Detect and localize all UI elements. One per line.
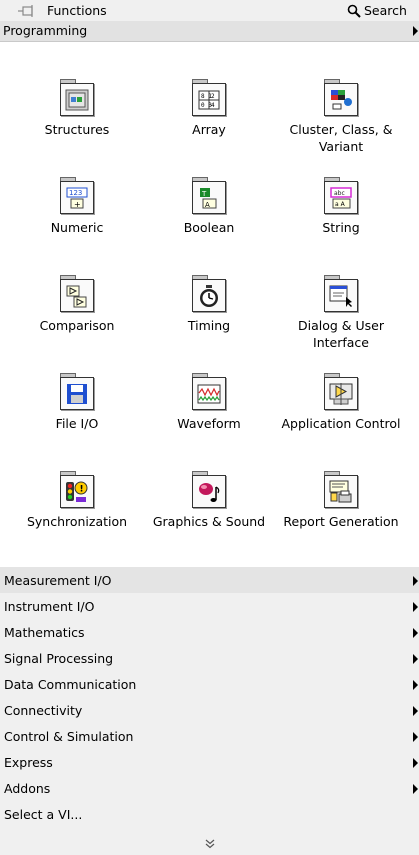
- palette-item-dialog[interactable]: Dialog & User Interface: [274, 275, 408, 351]
- file-io-icon: [67, 383, 87, 404]
- svg-text:4: 4: [211, 102, 215, 109]
- svg-text:T: T: [201, 190, 207, 198]
- numeric-icon: 123 +: [66, 187, 88, 209]
- palette-item-structures[interactable]: Structures: [10, 79, 144, 138]
- category-label: Connectivity: [4, 703, 83, 718]
- expand-more-button[interactable]: [0, 835, 419, 855]
- submenu-arrow-icon: [413, 758, 418, 768]
- category-connectivity[interactable]: Connectivity: [0, 697, 419, 723]
- submenu-arrow-icon: [413, 680, 418, 690]
- palette-item-label: File I/O: [55, 416, 99, 431]
- comparison-icon: [66, 285, 87, 307]
- palette-item-label: Structures: [44, 122, 110, 137]
- search-label: Search: [364, 3, 407, 18]
- palette-item-application-control[interactable]: Application Control: [274, 373, 408, 432]
- application-control-icon: [329, 382, 353, 405]
- submenu-arrow-icon: [413, 602, 418, 612]
- svg-text:a A: a A: [335, 201, 346, 208]
- submenu-arrow-icon: [413, 654, 418, 664]
- programming-palette-header[interactable]: Programming: [0, 21, 419, 42]
- category-label: Instrument I/O: [4, 599, 95, 614]
- category-label: Addons: [4, 781, 51, 796]
- category-data-communication[interactable]: Data Communication: [0, 671, 419, 697]
- graphics-sound-icon: [199, 482, 220, 502]
- palette-item-cluster[interactable]: Cluster, Class, & Variant: [274, 79, 408, 155]
- string-icon: abc a A: [330, 186, 352, 208]
- palette-item-boolean[interactable]: T A Boolean: [142, 177, 276, 236]
- palette-item-label: Boolean: [183, 220, 235, 235]
- palette-item-comparison[interactable]: Comparison: [10, 275, 144, 334]
- select-a-vi-label: Select a VI...: [4, 807, 83, 822]
- timing-icon: [200, 284, 218, 307]
- cluster-class-variant-icon: [331, 89, 352, 109]
- svg-text:abc: abc: [334, 190, 345, 197]
- structures-icon: [65, 89, 89, 110]
- palette-item-label: Timing: [187, 318, 231, 333]
- palette-item-label: Report Generation: [283, 514, 399, 529]
- double-chevron-down-icon: [205, 839, 214, 849]
- array-icon: 8 1 2 0 3 4: [198, 90, 220, 109]
- category-label: Express: [4, 755, 53, 770]
- svg-text:A: A: [205, 201, 210, 209]
- palette-item-label: String: [322, 220, 360, 235]
- select-a-vi[interactable]: Select a VI...: [0, 801, 419, 827]
- category-instrument-io[interactable]: Instrument I/O: [0, 593, 419, 619]
- palette-item-numeric[interactable]: 123 + Numeric: [10, 177, 144, 236]
- palette-item-string[interactable]: abc a A String: [274, 177, 408, 236]
- palette-item-label: Numeric: [50, 220, 104, 235]
- submenu-arrow-icon: [413, 26, 418, 36]
- svg-text:!: !: [80, 484, 84, 494]
- submenu-arrow-icon: [413, 628, 418, 638]
- svg-text:123: 123: [69, 189, 82, 197]
- waveform-icon: [197, 384, 221, 403]
- palette-item-graphics-sound[interactable]: Graphics & Sound: [142, 471, 276, 530]
- category-mathematics[interactable]: Mathematics: [0, 619, 419, 645]
- palette-item-file-io[interactable]: File I/O: [10, 373, 144, 432]
- palette-item-label: Cluster, Class, & Variant: [289, 122, 393, 154]
- category-label: Control & Simulation: [4, 729, 134, 744]
- submenu-arrow-icon: [413, 576, 418, 586]
- category-measurement-io[interactable]: Measurement I/O: [0, 567, 419, 593]
- palette-name: Programming: [3, 23, 88, 38]
- category-signal-processing[interactable]: Signal Processing: [0, 645, 419, 671]
- dialog-user-interface-icon: [329, 285, 352, 307]
- palette-item-label: Application Control: [281, 416, 401, 431]
- category-control-simulation[interactable]: Control & Simulation: [0, 723, 419, 749]
- palette-item-waveform[interactable]: Waveform: [142, 373, 276, 432]
- palette-item-report-generation[interactable]: Report Generation: [274, 471, 408, 530]
- palette-title: Functions: [47, 3, 107, 18]
- palette-titlebar: Functions Search: [0, 0, 419, 21]
- search-button[interactable]: Search: [347, 2, 407, 19]
- submenu-arrow-icon: [413, 732, 418, 742]
- category-label: Signal Processing: [4, 651, 114, 666]
- pin-icon[interactable]: [17, 4, 37, 18]
- submenu-arrow-icon: [413, 784, 418, 794]
- palette-item-array[interactable]: 8 1 2 0 3 4 Array: [142, 79, 276, 138]
- palette-item-label: Dialog & User Interface: [298, 318, 384, 350]
- submenu-arrow-icon: [413, 706, 418, 716]
- palette-item-label: Synchronization: [26, 514, 128, 529]
- boolean-icon: T A: [200, 187, 217, 209]
- category-express[interactable]: Express: [0, 749, 419, 775]
- palette-item-label: Waveform: [177, 416, 241, 431]
- palette-item-timing[interactable]: Timing: [142, 275, 276, 334]
- svg-text:2: 2: [211, 93, 215, 100]
- report-generation-icon: [329, 480, 352, 502]
- synchronization-icon: !: [66, 481, 88, 502]
- category-addons[interactable]: Addons: [0, 775, 419, 801]
- svg-text:+: +: [74, 200, 81, 209]
- palette-item-label: Array: [192, 122, 226, 137]
- category-label: Data Communication: [4, 677, 137, 692]
- category-label: Mathematics: [4, 625, 85, 640]
- search-icon: [347, 4, 361, 18]
- function-icon-grid: Structures 8 1 2 0 3 4 Array Cluster, Cl…: [0, 42, 419, 567]
- palette-item-label: Comparison: [39, 318, 115, 333]
- palette-item-label: Graphics & Sound: [152, 514, 266, 529]
- category-label: Measurement I/O: [4, 573, 112, 588]
- palette-item-synchronization[interactable]: ! Synchronization: [10, 471, 144, 530]
